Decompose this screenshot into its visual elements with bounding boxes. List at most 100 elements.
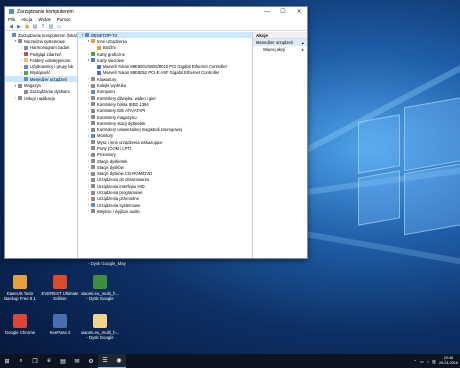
node-icon xyxy=(24,45,28,50)
device-tree-label: Kontrolery stacji dyskietek xyxy=(97,120,146,126)
device-tree-label: DESKTOP-T2 xyxy=(91,32,118,38)
node-icon xyxy=(24,64,28,69)
clock-date: 26.04.2016 xyxy=(438,361,458,365)
node-icon xyxy=(18,96,22,101)
device-tree-label: Monitory xyxy=(97,133,114,139)
node-icon xyxy=(91,203,95,208)
node-icon xyxy=(18,83,22,88)
shortcut-label: EVEREST Ultimate Edition xyxy=(41,291,79,301)
battery-icon[interactable]: ▭ xyxy=(420,359,424,364)
console-tree-label: Menedżer urządzeń xyxy=(30,76,68,82)
node-icon xyxy=(97,70,101,75)
network-icon[interactable]: ▥ xyxy=(432,359,436,364)
monitor-icon[interactable]: ▭ xyxy=(56,24,62,30)
mail-icon[interactable]: ✉ xyxy=(70,354,84,368)
app-icon xyxy=(9,9,14,14)
title-bar[interactable]: Zarządzanie komputerem — ☐ ✕ xyxy=(5,7,307,16)
desktop-shortcut[interactable]: KeePass 2 xyxy=(40,314,80,335)
device-tree-label: Mysz i inne urządzenia wskazujące xyxy=(97,139,163,145)
shortcut-label: KeePass 2 xyxy=(49,330,71,335)
chrome-icon[interactable]: ◉ xyxy=(112,354,126,368)
clock[interactable]: 22:46 26.04.2016 xyxy=(439,356,458,366)
node-icon xyxy=(91,146,95,151)
menu-help[interactable]: Pomoc xyxy=(57,17,71,22)
node-icon xyxy=(12,33,16,38)
more-arrow-icon: ▸ xyxy=(301,47,304,52)
node-icon xyxy=(91,39,95,44)
edge-icon[interactable]: e xyxy=(42,354,56,368)
menu-file[interactable]: Plik xyxy=(8,17,15,22)
node-icon xyxy=(91,77,95,82)
maximize-button[interactable]: ☐ xyxy=(275,7,291,16)
shortcut-icon xyxy=(13,314,27,328)
device-tree-label: Kontrolery uniwersalnej magistrali szere… xyxy=(97,127,182,133)
device-tree-label: Urządzenia do obrazowania xyxy=(97,177,149,183)
device-tree-label: Urządzenia przenośne xyxy=(97,196,139,202)
system-tray: ⌃ ▭ ♪ ▥ 22:46 26.04.2016 xyxy=(413,354,458,368)
node-icon xyxy=(91,159,95,164)
wallpaper-logo-pane xyxy=(358,170,400,226)
content-area: Zarządzanie komputerem (lokal ▾ Narzędzia … xyxy=(5,32,307,258)
node-icon xyxy=(24,89,28,94)
desktop-shortcut[interactable]: Google Chrome xyxy=(0,314,40,335)
device-tree-label: Bodźni xyxy=(103,45,116,51)
device-tree-label: Kontrolery magazynu xyxy=(97,114,137,120)
taskbar: ⊞ ⌕ ❐ e ▤ ✉ ⚙ ☰ ◉ ⌃ ▭ ♪ ▥ 22:46 26.04.2016 xyxy=(0,354,460,368)
console-tree-label: Wydajność xyxy=(30,70,51,76)
back-icon[interactable]: ◀ xyxy=(8,24,14,30)
node-icon xyxy=(18,39,22,44)
desktop-shortcut[interactable]: EVEREST Ultimate Edition xyxy=(40,275,80,301)
shortcut-icon xyxy=(53,314,67,328)
console-tree-label: Narzędzia systemowe xyxy=(24,38,65,44)
properties-icon[interactable]: ▤ xyxy=(32,24,38,30)
desktop-partial-label: - Dysk Google_May xyxy=(88,261,126,266)
forward-icon[interactable]: ▶ xyxy=(16,24,22,30)
shortcut-label: xiaomi.eu_multi_h... - Dysk Google xyxy=(80,330,120,340)
menu-bar: Plik Akcja Widok Pomoc xyxy=(5,16,307,23)
up-icon[interactable]: ▣ xyxy=(24,24,30,30)
wallpaper-logo-pane xyxy=(404,96,460,172)
device-tree-label: Urządzenia programowe xyxy=(97,190,143,196)
actions-section-label: Menedżer urządzeń xyxy=(256,40,294,45)
menu-view[interactable]: Widok xyxy=(38,17,51,22)
search-icon[interactable]: ⌕ xyxy=(14,354,28,368)
console-tree-label: Użytkownicy i grupy lok xyxy=(30,64,74,70)
device-tree-label: Stacje dysków CD-ROM/DVD xyxy=(97,171,153,177)
device-tree-item[interactable]: › Wejście i wyjście audio xyxy=(78,208,252,214)
node-icon xyxy=(91,83,95,88)
tray-overflow-icon[interactable]: ⌃ xyxy=(413,359,417,364)
console-tree-label: Zarządzanie komputerem (lokal xyxy=(18,32,77,38)
desktop-shortcut[interactable]: xiaomi.eu_multi_h... - Dysk Google xyxy=(80,275,120,301)
console-tree-label: Harmonogram zadań xyxy=(30,45,70,51)
help-icon[interactable]: ? xyxy=(40,24,46,30)
device-tree-item[interactable]: Marvell Yukon 88E8001/8003/8010 PCI Giga… xyxy=(78,63,252,69)
menu-action[interactable]: Akcja xyxy=(21,17,32,22)
device-tree-label: Procesory xyxy=(97,152,116,158)
close-button[interactable]: ✕ xyxy=(291,7,307,16)
toolbar: ◀ ▶ ▣ ▤ ? ▥ ▭ xyxy=(5,23,307,31)
start-icon[interactable]: ⊞ xyxy=(0,354,14,368)
window-title: Zarządzanie komputerem xyxy=(17,8,74,15)
console-tree-label: Magazyn xyxy=(24,83,41,89)
wallpaper-logo-pane xyxy=(358,114,400,174)
volume-icon[interactable]: ♪ xyxy=(427,359,429,364)
node-icon xyxy=(91,171,95,176)
node-icon xyxy=(91,140,95,145)
wallpaper-logo-pane xyxy=(404,162,460,236)
desktop-shortcut[interactable]: EaseUS Todo Backup Free 8.1 xyxy=(0,275,40,301)
console-tree-item[interactable]: › Usługi i aplikacje xyxy=(5,95,77,101)
device-tree-label: Inne urządzenia xyxy=(97,38,127,44)
actions-section-device-manager[interactable]: Menedżer urządzeń ▴ xyxy=(253,39,307,46)
computer-management-icon[interactable]: ☰ xyxy=(98,354,112,368)
more-actions-item[interactable]: Więcej akcji ▸ xyxy=(253,46,307,53)
node-icon xyxy=(91,115,95,119)
device-tree-label: Kolejki wydruku xyxy=(97,83,127,89)
file-explorer-icon[interactable]: ▤ xyxy=(56,354,70,368)
settings-icon[interactable]: ⚙ xyxy=(84,354,98,368)
desktop-shortcut[interactable]: xiaomi.eu_multi_h... - Dysk Google xyxy=(80,314,120,340)
minimize-button[interactable]: — xyxy=(259,7,275,16)
node-icon xyxy=(91,184,95,189)
node-icon xyxy=(91,89,95,94)
show-hide-icon[interactable]: ▥ xyxy=(48,24,54,30)
task-view-icon[interactable]: ❐ xyxy=(28,354,42,368)
